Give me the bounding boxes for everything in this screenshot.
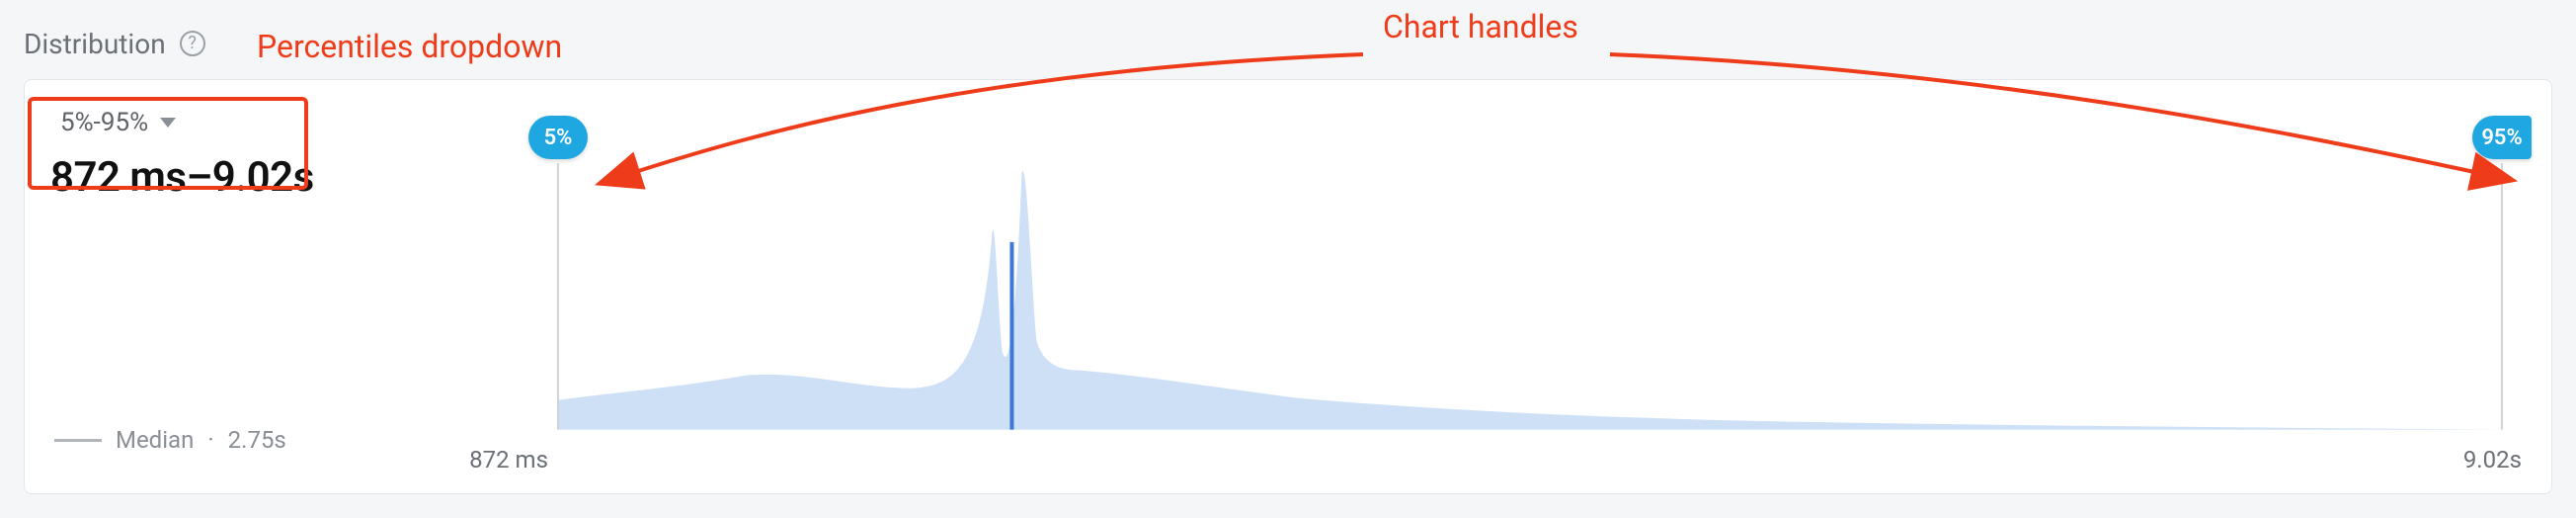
median-line-icon <box>54 439 102 442</box>
help-icon[interactable]: ? <box>180 31 205 56</box>
percentile-dropdown[interactable]: 5%-95% <box>50 102 186 143</box>
median-value: 2.75s <box>228 426 286 454</box>
axis-label-right: 9.02s <box>2463 446 2522 474</box>
distribution-area-icon <box>489 104 2522 460</box>
percentile-range-value: 872 ms–9.02s <box>50 153 463 202</box>
distribution-card: 5%-95% 872 ms–9.02s Median · 2.75s 5% 95… <box>24 79 2552 494</box>
distribution-chart[interactable]: 5% 95% 872 ms 9.02s <box>489 104 2522 470</box>
median-label: Median <box>116 426 194 454</box>
section-title: Distribution <box>24 28 166 60</box>
percentile-handle-low[interactable]: 5% <box>528 116 588 159</box>
percentile-dropdown-label: 5%-95% <box>60 108 148 137</box>
axis-label-left: 872 ms <box>469 446 548 474</box>
chevron-down-icon <box>160 118 176 128</box>
percentile-handle-high[interactable]: 95% <box>2472 116 2532 159</box>
median-legend: Median · 2.75s <box>54 426 286 454</box>
